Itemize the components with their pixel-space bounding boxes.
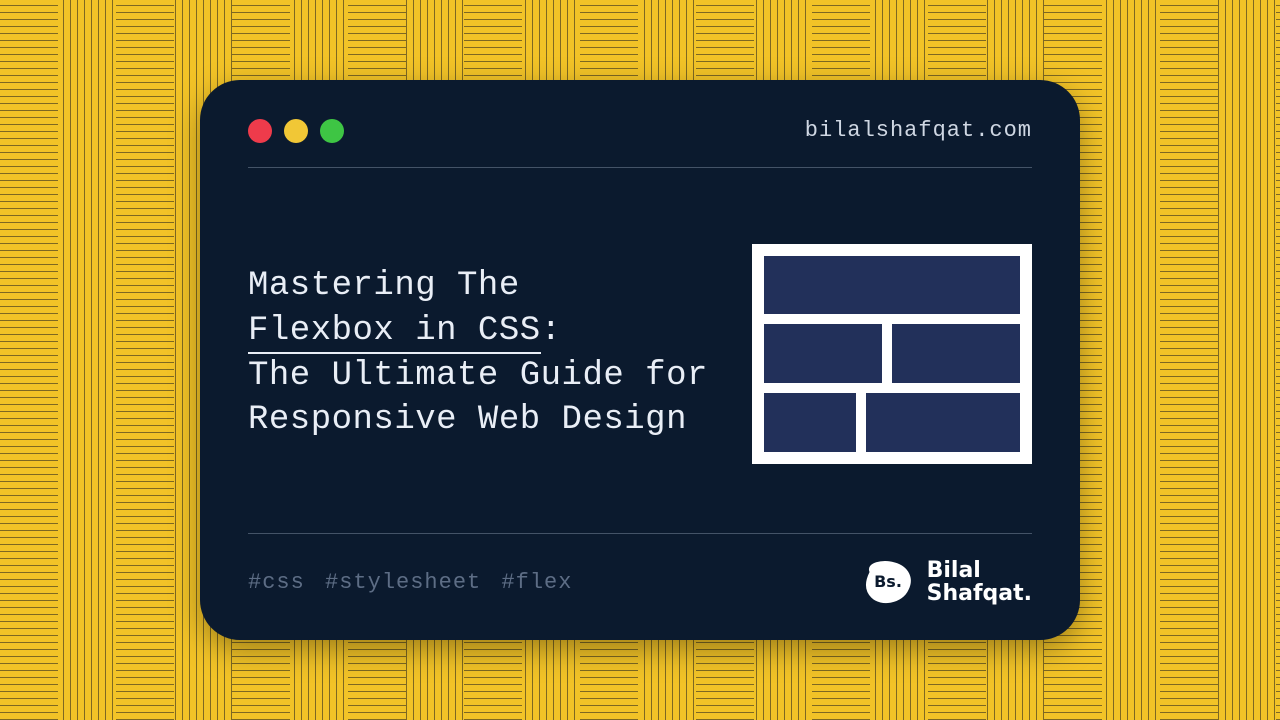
illustration-cell — [764, 393, 856, 452]
flexbox-illustration — [752, 244, 1032, 464]
title-colon: : — [541, 312, 562, 350]
tag-list: #css #stylesheet #flex — [248, 570, 572, 595]
logo-blob-icon: Bs. — [861, 558, 915, 606]
window-titlebar: bilalshafqat.com — [248, 118, 1032, 143]
site-url: bilalshafqat.com — [805, 118, 1032, 143]
window-card: bilalshafqat.com Mastering The Flexbox i… — [200, 80, 1080, 640]
illustration-cell — [764, 324, 882, 383]
content-row: Mastering The Flexbox in CSS: The Ultima… — [248, 168, 1032, 533]
title-underlined-phrase: Flexbox in CSS — [248, 312, 541, 354]
logo-badge-text: Bs. — [874, 572, 902, 591]
illustration-row-1 — [764, 256, 1020, 315]
illustration-cell — [866, 393, 1020, 452]
title-line-1: Mastering The — [248, 267, 520, 305]
author-name-line-2: Shafqat. — [927, 581, 1032, 606]
author-logo: Bs. Bilal Shafqat. — [861, 558, 1032, 606]
illustration-cell — [764, 256, 1020, 315]
divider-bottom — [248, 533, 1032, 534]
traffic-lights — [248, 119, 344, 143]
illustration-cell — [892, 324, 1020, 383]
illustration-row-2 — [764, 324, 1020, 383]
maximize-icon — [320, 119, 344, 143]
close-icon — [248, 119, 272, 143]
article-title: Mastering The Flexbox in CSS: The Ultima… — [248, 264, 724, 444]
title-rest: The Ultimate Guide for Responsive Web De… — [248, 357, 708, 440]
divider-top — [248, 167, 1032, 168]
author-name-line-1: Bilal — [927, 558, 981, 583]
footer-row: #css #stylesheet #flex Bs. Bilal Shafqat… — [248, 534, 1032, 606]
illustration-row-3 — [764, 393, 1020, 452]
author-name: Bilal Shafqat. — [927, 559, 1032, 605]
minimize-icon — [284, 119, 308, 143]
